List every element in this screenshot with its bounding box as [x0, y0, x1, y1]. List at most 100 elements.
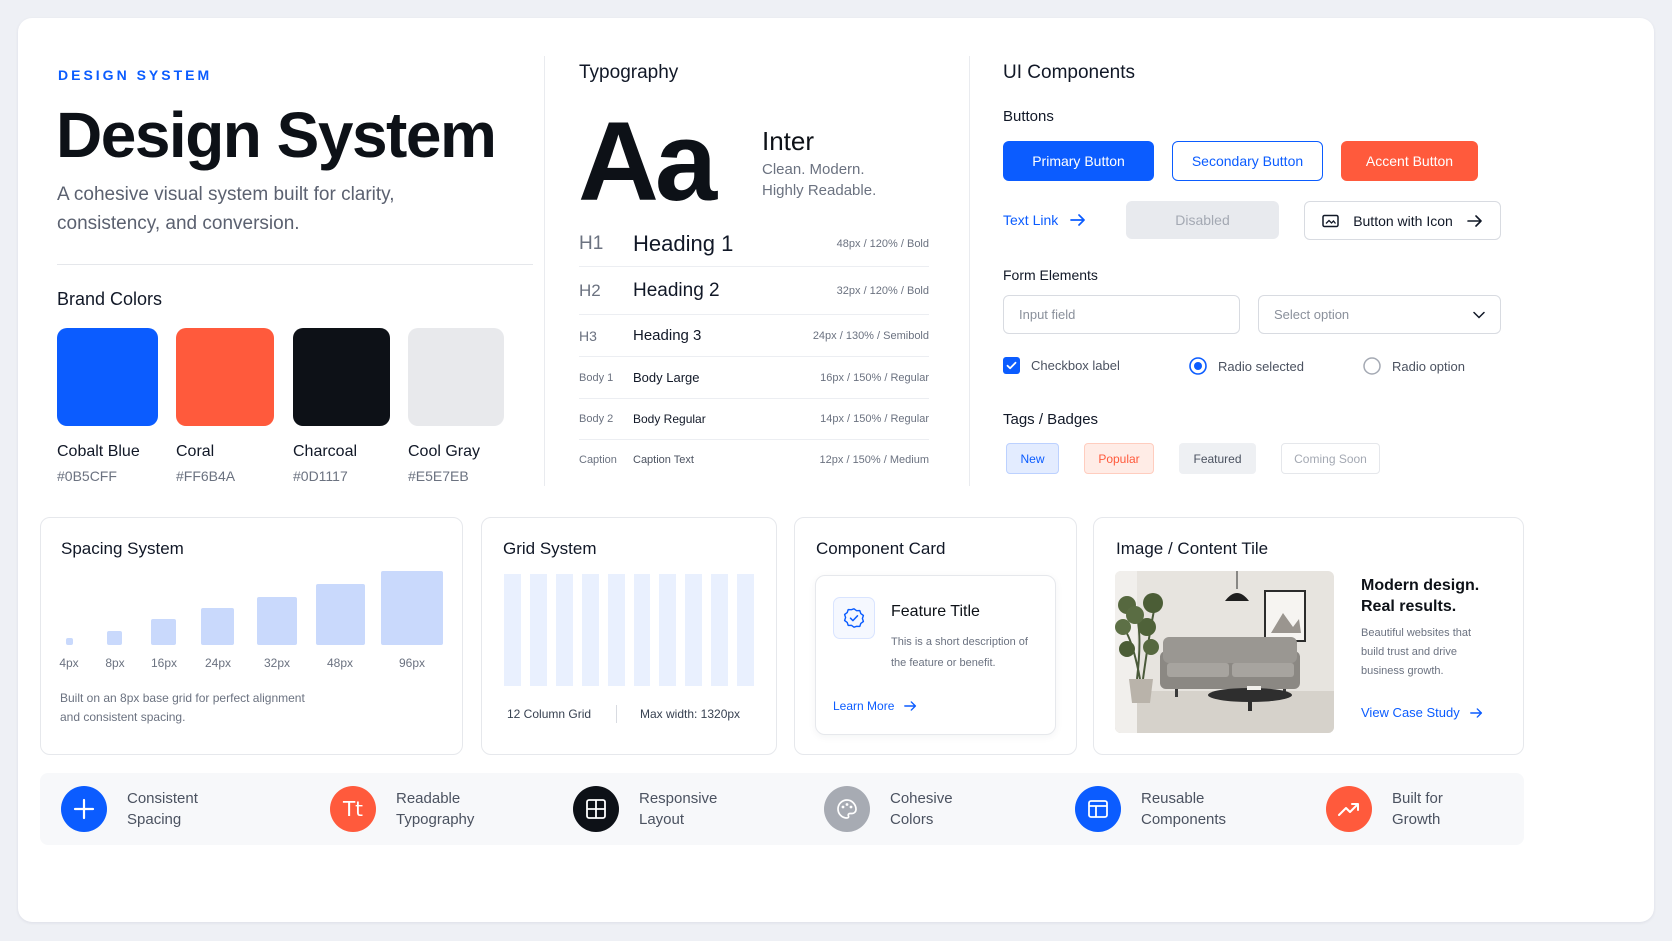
- secondary-button[interactable]: Secondary Button: [1172, 141, 1323, 181]
- feature-label: Cohesive Colors: [890, 790, 953, 828]
- type-name: Heading 2: [633, 279, 720, 301]
- tags-title: Tags / Badges: [1003, 411, 1099, 428]
- type-level: Caption: [579, 454, 617, 466]
- grid-max-width: Max width: 1320px: [640, 707, 741, 721]
- learn-more-label: Learn More: [833, 699, 895, 713]
- grid-column: [581, 574, 599, 686]
- grid-column: [737, 574, 755, 686]
- grid-columns: [504, 574, 755, 686]
- tile-body: Beautiful websites that build trust and …: [1361, 627, 1472, 677]
- select-value: Select option: [1274, 307, 1350, 322]
- spacing-square-4: [66, 638, 73, 645]
- radio-option[interactable]: Radio option: [1363, 357, 1465, 375]
- type-name: Caption Text: [633, 454, 694, 466]
- component-card-title: Component Card: [816, 539, 946, 558]
- learn-more-link[interactable]: Learn More: [833, 699, 917, 713]
- select-dropdown[interactable]: Select option: [1258, 295, 1501, 334]
- grid-title: Grid System: [503, 539, 597, 558]
- typography-title: Typography: [579, 62, 679, 83]
- type-name: Body Regular: [633, 412, 706, 426]
- type-name: Body Large: [633, 370, 700, 385]
- feature-readable-typography: Tt Readable Typography: [330, 786, 474, 832]
- grid-column: [607, 574, 625, 686]
- view-case-study-link[interactable]: View Case Study: [1361, 705, 1483, 720]
- page-subtitle: A cohesive visual system built for clari…: [57, 184, 395, 234]
- icon-button[interactable]: Button with Icon: [1304, 201, 1501, 240]
- type-row-body1: Body 1 Body Large 16px / 150% / Regular: [579, 357, 929, 399]
- design-board: DESIGN SYSTEM Design System A cohesive v…: [18, 18, 1654, 922]
- grid-column: [529, 574, 547, 686]
- radio-selected-icon: [1189, 357, 1207, 375]
- radio-selected[interactable]: Radio selected: [1189, 357, 1304, 375]
- swatch-name: Cobalt Blue: [57, 443, 140, 460]
- spacing-label: 24px: [204, 656, 232, 670]
- type-spec: 16px / 150% / Regular: [820, 371, 929, 384]
- type-level: Body 2: [579, 413, 614, 425]
- arrow-right-icon: [904, 701, 917, 711]
- swatch-chip: [57, 328, 158, 426]
- type-level: H3: [579, 327, 597, 344]
- grid-column: [504, 574, 521, 686]
- type-spec: 14px / 150% / Regular: [820, 413, 929, 425]
- swatch-name: Cool Gray: [408, 443, 481, 460]
- feature-title: Feature Title: [891, 603, 980, 620]
- feature-label: Reusable Components: [1141, 790, 1227, 828]
- swatch-hex: #0D1117: [293, 468, 348, 484]
- eyebrow-label: DESIGN SYSTEM: [58, 67, 213, 83]
- feature-consistent-spacing: Consistent Spacing: [61, 786, 198, 832]
- checkbox[interactable]: Checkbox label: [1003, 357, 1120, 374]
- disabled-button: Disabled: [1126, 201, 1279, 239]
- swatch-chip: [408, 328, 504, 426]
- buttons-title: Buttons: [1003, 108, 1054, 125]
- feature-description: This is a short description of the featu…: [891, 636, 1028, 669]
- tag-coming-soon: Coming Soon: [1281, 443, 1380, 474]
- living-room-illustration: [1115, 571, 1334, 733]
- type-spec: 48px / 120% / Bold: [836, 237, 929, 250]
- text-link-label: Text Link: [1003, 212, 1059, 228]
- grid-column: [659, 574, 677, 686]
- feature-label: Responsive Layout: [639, 790, 718, 828]
- radio-empty-icon: [1363, 357, 1381, 375]
- spacing-label: 32px: [263, 656, 291, 670]
- grid-icon: [573, 786, 619, 832]
- badge-check-icon: [843, 608, 865, 628]
- components-title: UI Components: [1003, 62, 1136, 83]
- accent-button[interactable]: Accent Button: [1341, 141, 1478, 181]
- page-title: Design System: [56, 99, 497, 171]
- plus-icon: [61, 786, 107, 832]
- brand-colors-title: Brand Colors: [57, 289, 163, 309]
- primary-button[interactable]: Primary Button: [1003, 141, 1154, 181]
- feature-responsive-layout: Responsive Layout: [573, 786, 717, 832]
- section-divider: [57, 264, 533, 265]
- type-spec: 24px / 130% / Semibold: [812, 329, 929, 342]
- spacing-card: Spacing System 4px 8px 16px 24px 32px 48…: [40, 517, 463, 755]
- color-swatch-coral: Coral #FF6B4A: [176, 328, 274, 484]
- growth-icon: [1326, 786, 1372, 832]
- spacing-square-48: [316, 584, 365, 645]
- text-link[interactable]: Text Link: [1003, 212, 1086, 228]
- color-swatch-charcoal: Charcoal #0D1117: [293, 328, 390, 484]
- color-swatch-cool-gray: Cool Gray #E5E7EB: [408, 328, 504, 484]
- swatch-hex: #E5E7EB: [408, 468, 469, 484]
- type-level: H2: [579, 280, 601, 300]
- column-divider: [544, 56, 545, 486]
- color-swatch-cobalt: Cobalt Blue #0B5CFF: [57, 328, 158, 484]
- type-name: Heading 3: [633, 327, 702, 344]
- spacing-label: 48px: [326, 656, 354, 670]
- swatch-name: Coral: [176, 443, 215, 460]
- tag-featured: Featured: [1179, 443, 1256, 474]
- text-input[interactable]: Input field: [1003, 295, 1240, 334]
- feature-label: Consistent Spacing: [127, 790, 198, 828]
- grid-column: [555, 574, 573, 686]
- feature-card[interactable]: Feature Title This is a short descriptio…: [815, 575, 1056, 735]
- spacing-square-8: [107, 631, 122, 645]
- column-divider: [969, 56, 970, 486]
- spacing-label: 16px: [150, 656, 178, 670]
- spacing-square-16: [151, 619, 176, 645]
- tile-heading: Modern design. Real results.: [1361, 577, 1480, 615]
- type-level: Body 1: [579, 371, 614, 384]
- type-level: H1: [579, 232, 604, 254]
- feature-strip: Consistent Spacing Tt Readable Typograph…: [40, 773, 1524, 845]
- swatch-chip: [293, 328, 390, 426]
- feature-cohesive-colors: Cohesive Colors: [824, 786, 953, 832]
